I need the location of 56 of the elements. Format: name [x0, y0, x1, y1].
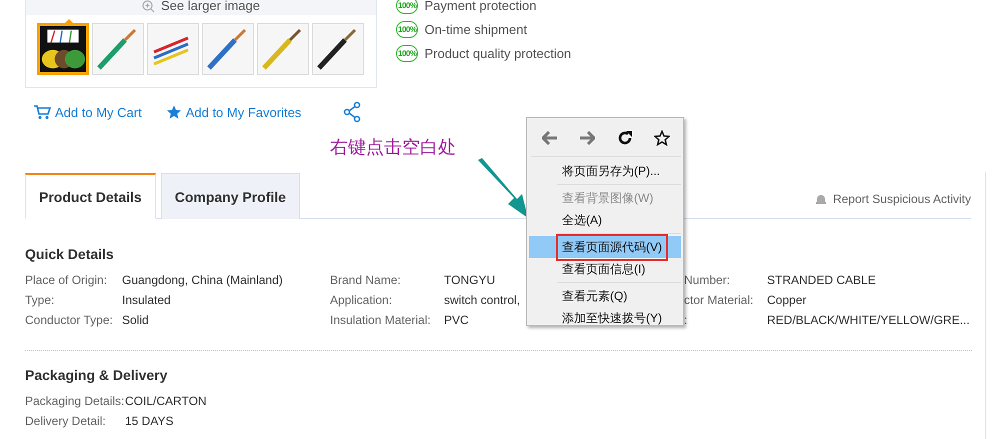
report-link[interactable]: Report Suspicious Activity: [832, 192, 971, 206]
detail-label: Type:: [25, 293, 54, 307]
section-title: Packaging & Delivery: [25, 367, 168, 383]
thumbnail[interactable]: [147, 23, 199, 75]
menu-item[interactable]: 查看页面信息(I): [529, 258, 681, 280]
see-larger-bar[interactable]: See larger image: [25, 0, 377, 15]
detail-value: switch control,: [444, 293, 520, 307]
star-icon[interactable]: [654, 130, 670, 146]
detail-label: Packaging Details:: [25, 394, 124, 408]
cart-icon: [33, 104, 51, 120]
detail-label: Conductor Type:: [25, 313, 113, 327]
thumbnail[interactable]: [257, 23, 309, 75]
detail-label: Brand Name:: [330, 273, 401, 287]
menu-item[interactable]: 全选(A): [529, 209, 681, 231]
star-icon: [166, 104, 182, 120]
detail-label: Application:: [330, 293, 392, 307]
detail-label: Delivery Detail:: [25, 414, 106, 428]
menu-item[interactable]: 查看元素(Q): [529, 285, 681, 307]
detail-value: TONGYU: [444, 273, 496, 287]
tab[interactable]: Company Profile: [160, 173, 300, 219]
thumbnail[interactable]: [202, 23, 254, 75]
detail-label: Place of Origin:: [25, 273, 108, 287]
see-larger-label: See larger image: [161, 0, 260, 13]
detail-label: Insulation Material:: [330, 313, 431, 327]
detail-value: Solid: [122, 313, 149, 327]
detail-label: :: [684, 313, 688, 327]
detail-value: STRANDED CABLE: [767, 273, 876, 287]
tab[interactable]: Product Details: [25, 173, 156, 219]
zoom-icon: [142, 0, 155, 13]
menu-item[interactable]: 查看页面源代码(V): [529, 236, 681, 258]
section-title: Quick Details: [25, 246, 114, 262]
guarantee-badge: 100%: [396, 20, 418, 38]
guarantee-label: Payment protection: [424, 0, 536, 12]
detail-label: ctor Material:: [684, 293, 754, 307]
guarantee-badge: 100%: [396, 44, 418, 62]
menu-item[interactable]: 将页面另存为(P)...: [529, 160, 681, 182]
detail-label: Number:: [684, 273, 730, 287]
detail-value: RED/BLACK/WHITE/YELLOW/GRE...: [767, 313, 970, 327]
menu-item[interactable]: 添加至快速拨号(Y): [529, 307, 681, 329]
detail-value: Guangdong, China (Mainland): [122, 273, 283, 287]
detail-value: PVC: [444, 313, 469, 327]
reload-icon[interactable]: [616, 130, 633, 146]
share-icon[interactable]: [343, 101, 361, 123]
guarantee-label: Product quality protection: [424, 46, 572, 60]
guarantee-label: On-time shipment: [424, 22, 528, 36]
detail-value: Copper: [767, 293, 806, 307]
detail-value: COIL/CARTON: [125, 394, 207, 408]
bell-icon: [814, 193, 827, 205]
thumbnail[interactable]: [92, 23, 144, 75]
detail-value: 15 DAYS: [125, 414, 174, 428]
detail-value: Insulated: [122, 293, 171, 307]
annotation-text: 右键点击空白处: [330, 136, 456, 159]
guarantee-badge: 100%: [396, 0, 418, 14]
add-to-cart-link[interactable]: Add to My Cart: [33, 104, 142, 120]
thumbnail[interactable]: [312, 23, 364, 75]
add-to-favorites-link[interactable]: Add to My Favorites: [166, 104, 302, 120]
